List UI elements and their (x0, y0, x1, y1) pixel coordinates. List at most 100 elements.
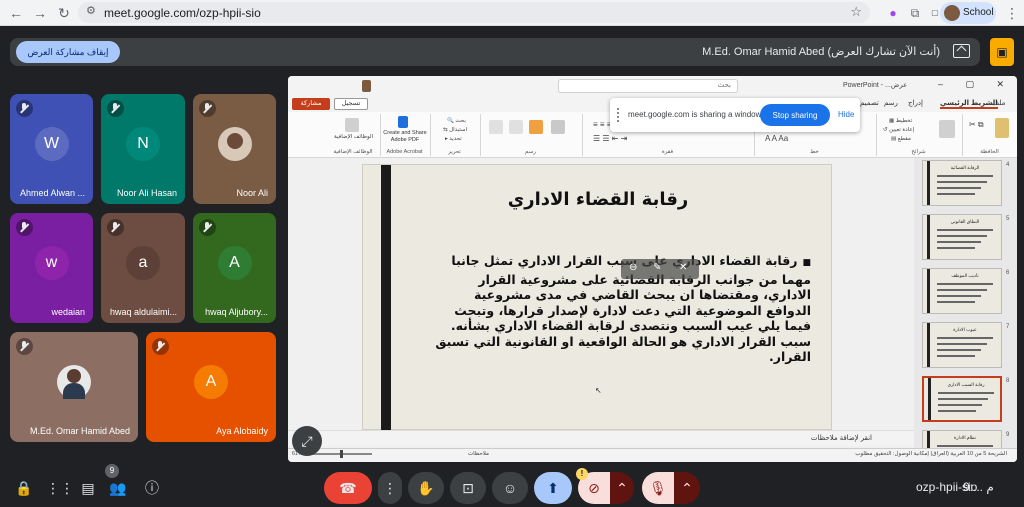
slide-thumbnail[interactable]: عيوب الادارة (922, 322, 1002, 368)
slide-canvas[interactable]: رقابة القضاء الاداري ■رقابة القضاء الادا… (362, 164, 832, 431)
activities-icon[interactable]: ⋮⋮ (46, 478, 74, 498)
mic-muted-icon (16, 100, 33, 117)
avatar: A (194, 365, 228, 399)
captions-icon[interactable]: ⊡ (450, 472, 486, 504)
mic-off-icon[interactable]: 🎙 (642, 472, 674, 504)
window-controls[interactable]: – ▢ ✕ (938, 79, 1014, 90)
slide-editor: رقابة القضاء الاداري ■رقابة القضاء الادا… (288, 158, 914, 448)
replace-button[interactable]: ⇆ استبدال (443, 127, 467, 133)
ribbon-tab[interactable]: رسم (884, 99, 898, 107)
ribbon-group-label: شرائح (911, 149, 926, 155)
zoom-slider[interactable] (312, 450, 372, 458)
pen-icon[interactable]: ✎ (653, 262, 661, 273)
slide-thumbnail[interactable]: الرقابة القضائية (922, 160, 1002, 206)
more-options-icon[interactable]: ⋮ (378, 472, 402, 504)
participant-tile[interactable]: W Ahmed Alwan ... (10, 94, 93, 204)
participant-tile[interactable]: Ahwaq Aljubory... (193, 213, 276, 323)
ppt-status-bar: 61% ملاحظات الشريحة 5 من 10 العربية (الع… (288, 448, 1017, 462)
zoom-out-icon[interactable]: ⊖ (629, 262, 637, 273)
quick-styles-icon[interactable] (509, 120, 523, 134)
thumbnail-number: 9 (1006, 432, 1010, 438)
ribbon-group-label: الحافظة (980, 149, 999, 155)
slide-thumbnail[interactable]: النطاق القانوني (922, 214, 1002, 260)
addins-icon[interactable] (345, 118, 359, 132)
floating-toolbar[interactable]: ⊖ ✎ ✕ (621, 259, 699, 279)
ribbon-tab[interactable]: إدراج (908, 99, 923, 107)
participant-name: hwaq Aljubory... (205, 307, 268, 317)
leave-call-button[interactable]: ☎ (324, 472, 372, 504)
browser-menu-icon[interactable]: ⋮ (1004, 3, 1020, 23)
ppt-search-box[interactable]: بحث (558, 79, 738, 93)
arrange-icon[interactable] (489, 120, 503, 134)
stop-presenting-button[interactable]: إيقاف مشاركة العرض (16, 41, 120, 63)
ppt-search-placeholder: بحث (717, 82, 731, 89)
emoji-icon[interactable]: ☺ (492, 472, 528, 504)
avatar (217, 127, 252, 161)
site-info-icon[interactable]: ⚙ (86, 4, 96, 17)
profile-chip[interactable]: School (940, 2, 996, 24)
thumbnail-title: عيوب الادارة (953, 327, 977, 332)
find-button[interactable]: 🔍 بحث (447, 118, 466, 124)
mic-options-chevron-icon[interactable]: ⌃ (674, 472, 700, 504)
ribbon-tab[interactable]: الشريط الرئيسي (940, 99, 998, 109)
notes-pane[interactable]: انقر لإضافة ملاحظات (288, 430, 914, 446)
slide-title[interactable]: رقابة القضاء الاداري (423, 189, 773, 210)
presenting-banner: إيقاف مشاركة العرض M.Ed. Omar Hamid Abed… (10, 38, 980, 66)
participant-name: Noor Ali Hasan (116, 188, 177, 198)
select-button[interactable]: ▸ تحديد (445, 136, 462, 142)
participant-tile[interactable]: A Aya Alobaidy (146, 332, 276, 442)
layout-button[interactable]: ▦ تخطيط (889, 118, 912, 124)
forward-icon[interactable]: → (30, 3, 50, 23)
thumbnail-text-line (937, 247, 975, 249)
ribbon-group-label: تحرير (448, 149, 461, 155)
extensions-puzzle-icon[interactable]: ⧉ (906, 4, 924, 22)
profile-label: School (963, 7, 994, 18)
avatar: A (217, 246, 252, 280)
camera-options-chevron-icon[interactable]: ⌃ (610, 472, 634, 504)
present-now-button[interactable]: ⬆ (534, 472, 572, 504)
mic-muted-icon (152, 338, 169, 355)
bookmark-star-icon[interactable]: ☆ (850, 4, 862, 20)
stop-sharing-button[interactable]: Stop sharing (760, 104, 830, 126)
hide-link[interactable]: Hide (838, 110, 854, 119)
ppt-record-button[interactable]: تسجيل (334, 98, 368, 110)
new-slide-icon[interactable] (939, 120, 955, 138)
font-color-buttons[interactable]: A A Aa (765, 134, 788, 143)
host-controls-icon[interactable]: 🔒 (14, 478, 34, 498)
participant-tile[interactable]: M.Ed. Omar Hamid Abed (10, 332, 138, 442)
reload-icon[interactable]: ↻ (54, 3, 74, 23)
participant-tile[interactable]: w wedaian (10, 213, 93, 323)
paragraph-list-buttons[interactable]: ☰ ☰ ⇤ ⇥ (593, 134, 627, 143)
people-icon[interactable]: 👥 (108, 478, 128, 498)
participant-tile[interactable]: a hwaq aldulaimi... (101, 213, 185, 323)
reset-button[interactable]: ↺ إعادة تعيين (883, 127, 914, 133)
back-icon[interactable]: ← (6, 3, 26, 23)
raise-hand-icon[interactable]: ✋ (408, 472, 444, 504)
thumbnail-text-line (938, 410, 976, 412)
address-bar[interactable]: ⚙ meet.google.com/ozp-hpii-sio ☆ (78, 2, 870, 23)
shapes-icon[interactable] (529, 120, 543, 134)
presenting-status: M.Ed. Omar Hamid Abed (أنت الآن تشارك ال… (702, 46, 940, 58)
cut-copy-icons[interactable]: ✂ ⧉ (969, 120, 984, 130)
participant-tile[interactable]: Noor Ali (193, 94, 276, 204)
slide-thumbnail[interactable]: رقابة السبب الاداري (922, 376, 1002, 422)
extension-icon[interactable]: ● (884, 4, 902, 22)
notes-toggle[interactable]: ملاحظات (468, 451, 489, 457)
section-button[interactable]: ▤ مقطع (891, 136, 911, 142)
meet-activity-icon[interactable]: ▣ (990, 38, 1014, 66)
chat-icon[interactable]: ▤ (78, 478, 98, 498)
ppt-share-button[interactable]: مشاركة (292, 98, 330, 110)
info-icon[interactable]: ⓘ (142, 478, 162, 498)
close-icon[interactable]: ✕ (679, 262, 687, 273)
addins-button-label: الوظائف الإضافية (334, 134, 374, 140)
participant-tile[interactable]: N Noor Ali Hasan (101, 94, 185, 204)
expand-icon[interactable]: ⤢ (292, 426, 322, 456)
slide-thumbnail[interactable]: تأديب الموظف (922, 268, 1002, 314)
ribbon-tab[interactable]: تصميم (860, 99, 879, 107)
paste-icon[interactable] (995, 118, 1009, 138)
shape-fill-icon[interactable] (551, 120, 565, 134)
present-screen-icon (953, 44, 970, 58)
drag-handle[interactable] (617, 108, 621, 122)
participant-name: wedaian (51, 307, 85, 317)
adobe-pdf-icon[interactable] (398, 116, 408, 128)
